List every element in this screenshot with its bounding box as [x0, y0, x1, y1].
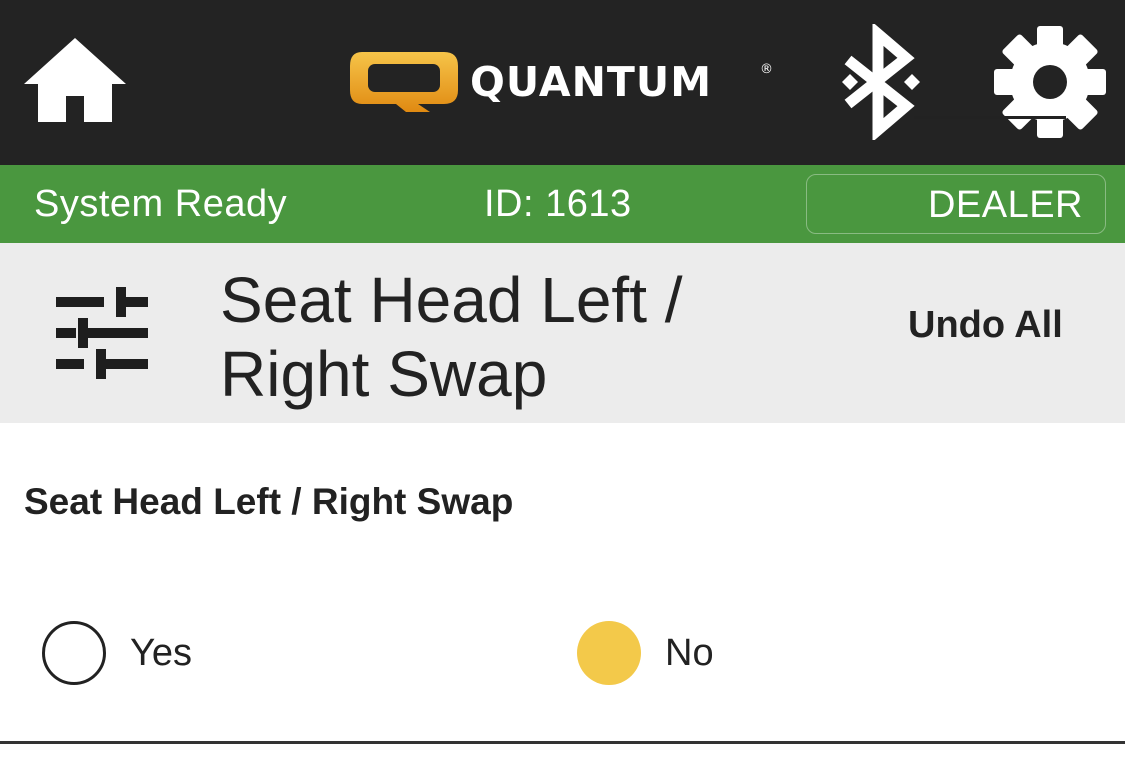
radio-no-label[interactable]: No [665, 631, 714, 675]
gear-icon [994, 26, 1106, 138]
undo-all-underline [914, 116, 1066, 119]
undo-all-button[interactable]: Undo All [908, 301, 1063, 349]
radio-yes-label[interactable]: Yes [130, 631, 192, 675]
setting-label: Seat Head Left / Right Swap [24, 481, 514, 522]
bluetooth-button[interactable] [828, 22, 934, 142]
registered-mark: ® [760, 62, 773, 77]
home-icon [24, 38, 126, 122]
dealer-mode-button[interactable]: DEALER [806, 174, 1106, 234]
radio-no[interactable] [577, 621, 641, 685]
settings-button[interactable] [992, 24, 1108, 140]
page-title: Seat Head Left / Right Swap [220, 264, 683, 410]
sliders-icon [56, 287, 148, 379]
device-id: ID: 1613 [484, 183, 632, 225]
bottom-divider [0, 741, 1125, 744]
system-status: System Ready [34, 183, 288, 225]
radio-yes[interactable] [42, 621, 106, 685]
top-bar: QUANTUM ® [0, 0, 1125, 165]
logo-text: QUANTUM [470, 58, 712, 106]
quantum-logo: QUANTUM ® [348, 50, 778, 114]
page-header: Seat Head Left / Right Swap Undo All [0, 243, 1125, 423]
quantum-q-logo-icon [350, 52, 458, 112]
home-button[interactable] [22, 34, 128, 126]
status-bar: System Ready ID: 1613 DEALER [0, 165, 1125, 243]
bluetooth-icon [842, 22, 920, 142]
